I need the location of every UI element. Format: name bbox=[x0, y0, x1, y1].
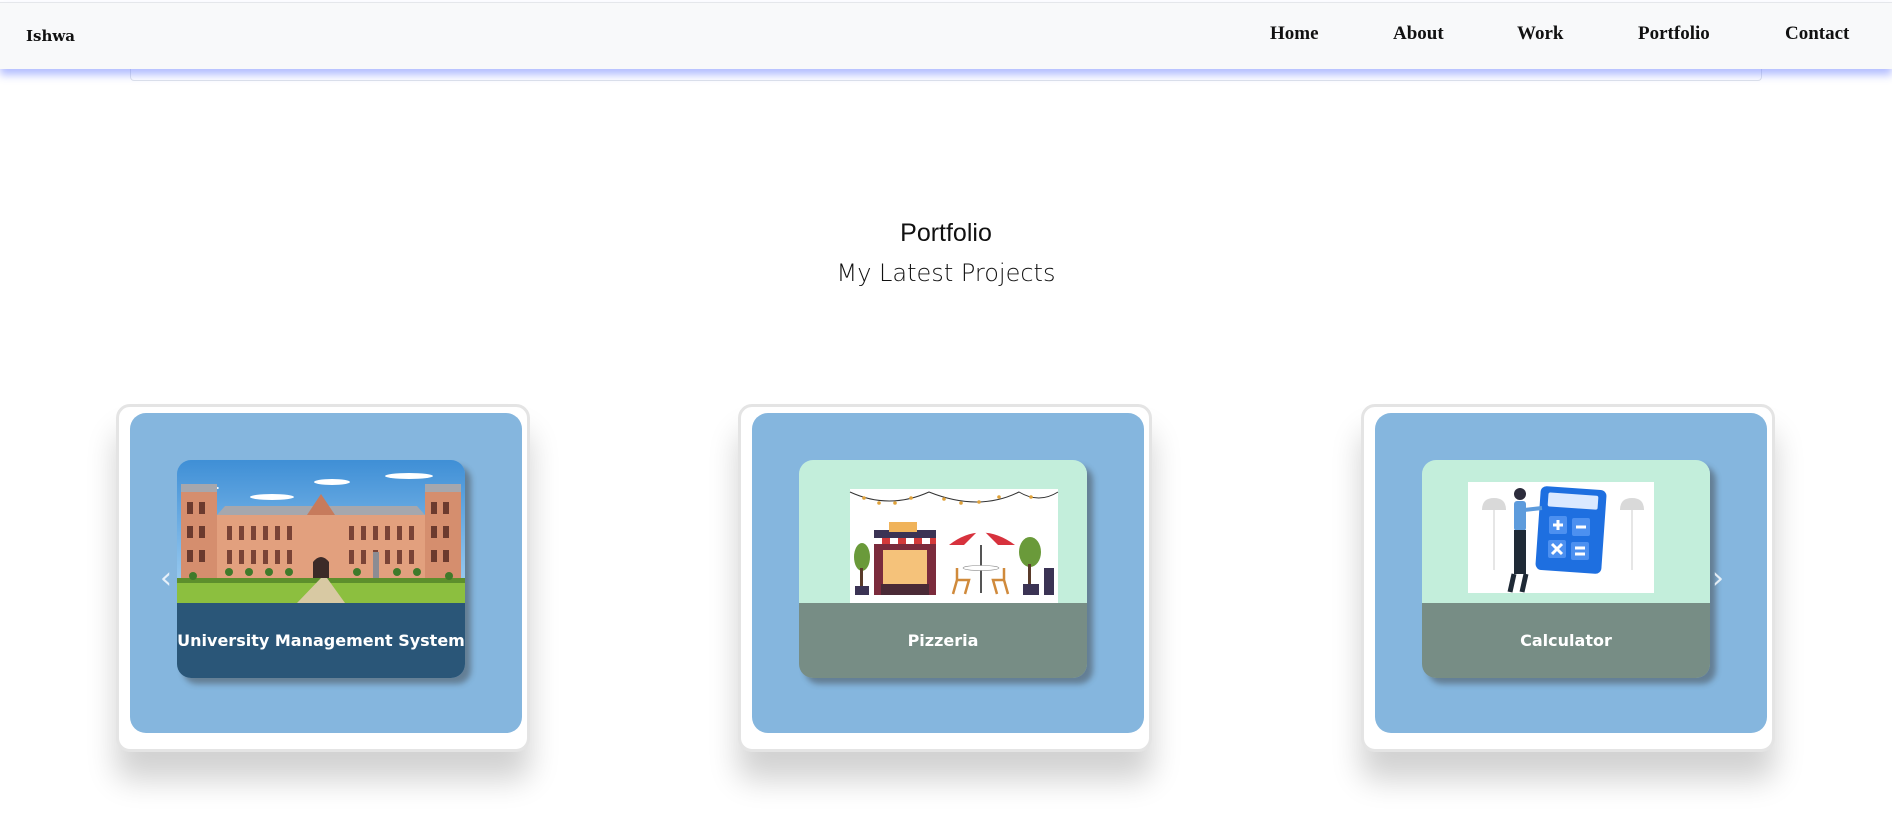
project-inner-card[interactable]: Pizzeria bbox=[799, 460, 1087, 678]
chevron-right-icon[interactable]: › bbox=[1712, 564, 1736, 594]
nav-link-home[interactable]: Home bbox=[1270, 23, 1319, 45]
navbar: Ishwa Home About Work Portfolio Contact bbox=[0, 2, 1892, 69]
section-subtitle: My Latest Projects bbox=[836, 259, 1056, 287]
nav-link-about[interactable]: About bbox=[1393, 23, 1444, 45]
university-building-image bbox=[177, 460, 465, 603]
project-title: University Management System bbox=[177, 603, 465, 678]
project-card-body: Pizzeria bbox=[752, 413, 1144, 733]
person-with-calculator-image bbox=[1422, 460, 1710, 603]
project-inner-card[interactable]: University Management System bbox=[177, 460, 465, 678]
cafe-storefront-image bbox=[799, 460, 1087, 603]
project-card[interactable]: Pizzeria bbox=[738, 404, 1152, 752]
project-title: Pizzeria bbox=[799, 603, 1087, 678]
project-title: Calculator bbox=[1422, 603, 1710, 678]
project-card-body: Calculator bbox=[1375, 413, 1767, 733]
nav-link-work[interactable]: Work bbox=[1517, 23, 1563, 45]
section-title: Portfolio bbox=[900, 219, 992, 247]
brand-logo[interactable]: Ishwa bbox=[26, 27, 75, 45]
project-card-body: University Management System bbox=[130, 413, 522, 733]
project-inner-card[interactable]: Calculator bbox=[1422, 460, 1710, 678]
nav-link-contact[interactable]: Contact bbox=[1785, 23, 1849, 45]
header-underlay bbox=[130, 68, 1762, 81]
chevron-left-icon[interactable]: ‹ bbox=[160, 564, 184, 594]
nav-link-portfolio[interactable]: Portfolio bbox=[1638, 23, 1710, 45]
